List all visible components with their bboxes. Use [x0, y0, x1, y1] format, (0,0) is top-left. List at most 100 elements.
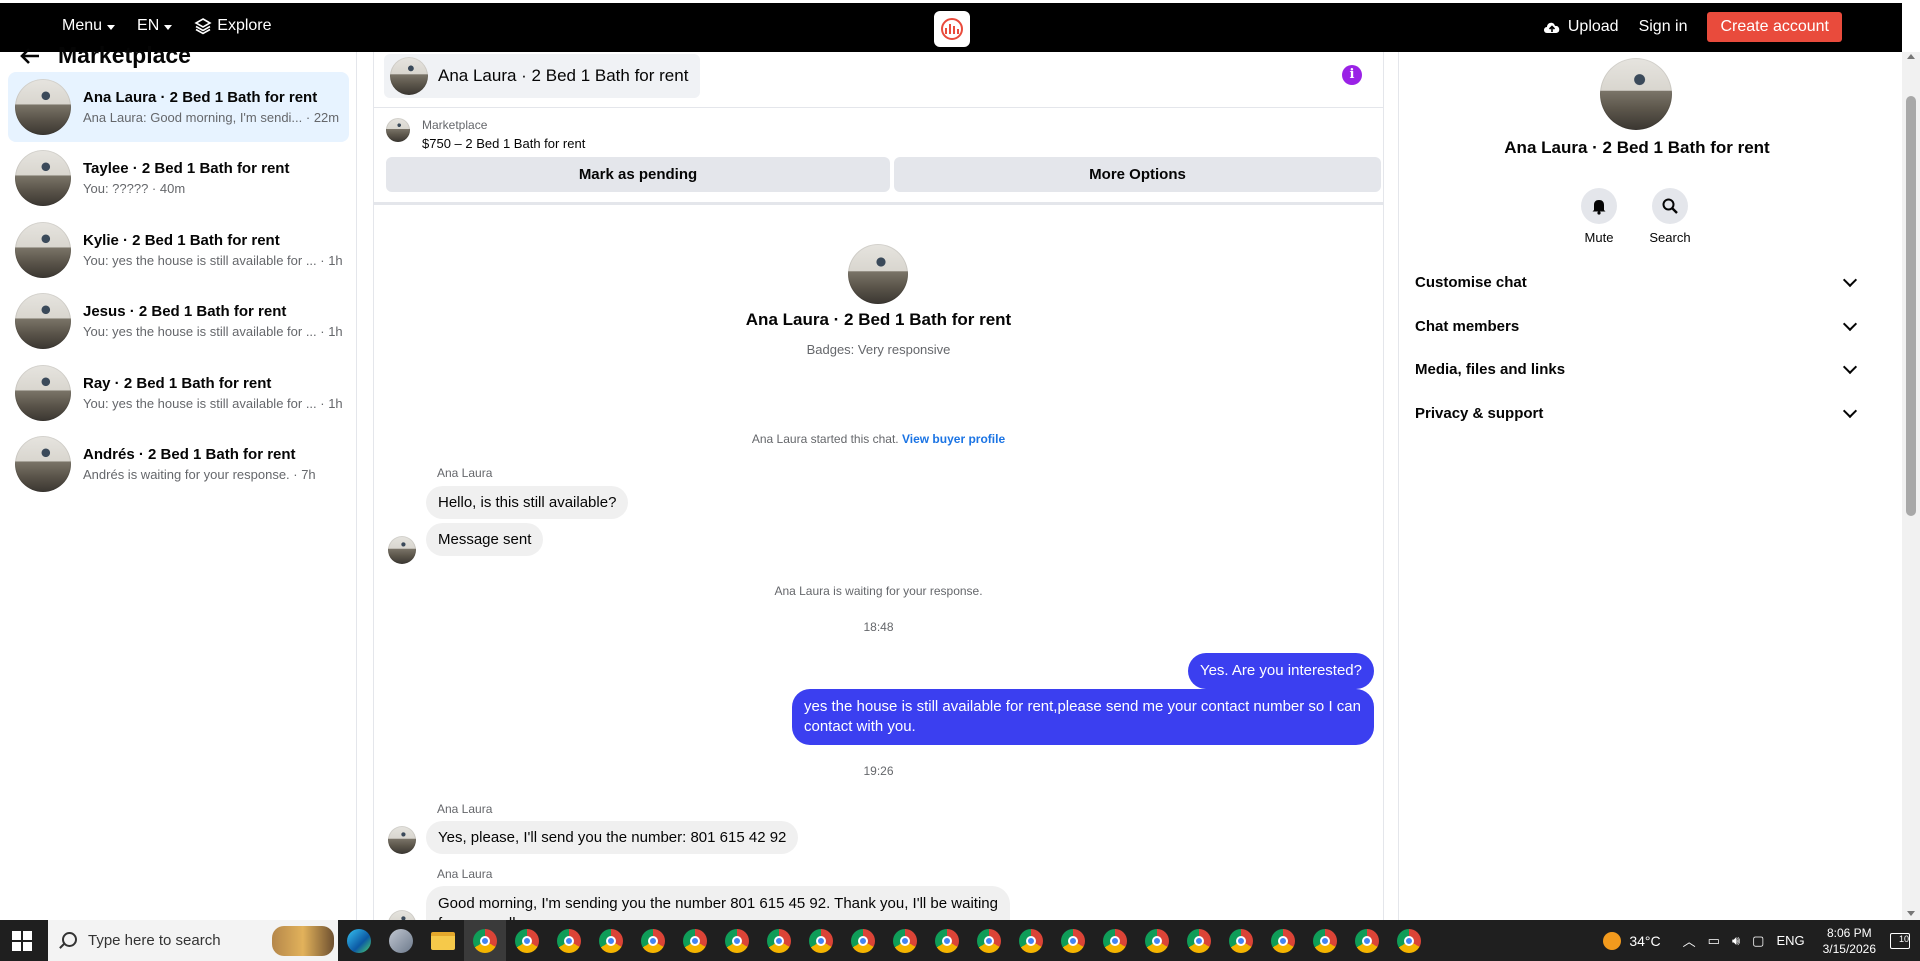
- language-label: EN: [137, 17, 160, 34]
- taskbar-app[interactable]: [926, 920, 968, 961]
- chat-header[interactable]: Ana Laura · 2 Bed 1 Bath for rent: [384, 54, 701, 98]
- windows-start-icon[interactable]: [12, 931, 32, 951]
- menu-dropdown[interactable]: Menu: [62, 17, 116, 35]
- timestamp: 18:48: [863, 620, 894, 634]
- temperature[interactable]: 34°C: [1629, 933, 1660, 949]
- incoming-message: Good morning, I'm sending you the number…: [426, 886, 1010, 920]
- media-files-links-section[interactable]: Media, files and links: [1415, 351, 1859, 387]
- avatar: [390, 57, 428, 95]
- thread-preview: You: yes the house is still available fo…: [83, 324, 343, 339]
- sender-name: Ana Laura: [437, 802, 493, 816]
- thread-item[interactable]: Kylie · 2 Bed 1 Bath for rent You: yes t…: [8, 215, 349, 285]
- taskbar-app[interactable]: [1346, 920, 1388, 961]
- more-options-button[interactable]: More Options: [894, 157, 1381, 192]
- taskbar-app[interactable]: [1262, 920, 1304, 961]
- thread-item[interactable]: Jesus · 2 Bed 1 Bath for rent You: yes t…: [8, 286, 349, 356]
- section-label: Media, files and links: [1415, 360, 1566, 378]
- listing-thumbnail: [386, 118, 410, 142]
- menu-label: Menu: [62, 17, 103, 34]
- chevron-down-icon: [1842, 403, 1858, 419]
- network-icon[interactable]: ▭: [1708, 933, 1720, 949]
- site-logo[interactable]: [934, 11, 970, 47]
- input-language[interactable]: ENG: [1776, 933, 1804, 948]
- info-icon[interactable]: i: [1342, 65, 1362, 85]
- language-dropdown[interactable]: EN: [137, 17, 173, 35]
- chrome-icon: [977, 928, 1001, 953]
- thread-item[interactable]: Ray · 2 Bed 1 Bath for rent You: yes the…: [8, 358, 349, 428]
- taskbar-app[interactable]: [338, 920, 380, 961]
- upload-button[interactable]: Upload: [1542, 18, 1619, 36]
- taskbar-app[interactable]: [716, 920, 758, 961]
- system-tray: 34°C ︿ ▭ 🔊︎ ▢ ENG 8:06 PM 3/15/2026 10: [1603, 920, 1920, 961]
- chevron-up-icon[interactable]: ︿: [1683, 931, 1696, 950]
- sign-in-link[interactable]: Sign in: [1639, 18, 1688, 36]
- chat-members-section[interactable]: Chat members: [1415, 308, 1859, 344]
- waiting-notice: Ana Laura is waiting for your response.: [774, 584, 983, 598]
- chrome-icon: [1355, 928, 1379, 953]
- taskbar-app[interactable]: [968, 920, 1010, 961]
- layers-icon: [194, 18, 212, 35]
- chrome-icon: [1145, 928, 1169, 953]
- chrome-icon: [641, 928, 665, 953]
- thread-item[interactable]: Ana Laura · 2 Bed 1 Bath for rent Ana La…: [8, 72, 349, 142]
- sidebar-title: Marketplace: [58, 42, 191, 68]
- search-icon: [1652, 188, 1688, 224]
- taskbar-app[interactable]: [464, 920, 506, 961]
- search-button[interactable]: Search: [1640, 188, 1700, 245]
- logo-icon: [941, 18, 963, 40]
- taskbar-app[interactable]: [1388, 920, 1430, 961]
- thread-preview: You: yes the house is still available fo…: [83, 253, 343, 268]
- taskbar-app[interactable]: [800, 920, 842, 961]
- taskbar-app[interactable]: [506, 920, 548, 961]
- divider: [374, 202, 1383, 205]
- explore-label: Explore: [217, 17, 272, 34]
- taskbar-app[interactable]: [842, 920, 884, 961]
- timestamp: 19:26: [863, 764, 894, 778]
- customise-chat-section[interactable]: Customise chat: [1415, 264, 1859, 300]
- caret-down-icon: [107, 24, 116, 30]
- privacy-support-section[interactable]: Privacy & support: [1415, 395, 1859, 431]
- scroll-up-icon[interactable]: [1907, 54, 1915, 59]
- taskbar-app[interactable]: [632, 920, 674, 961]
- taskbar-app[interactable]: [1304, 920, 1346, 961]
- volume-icon[interactable]: 🔊︎: [1732, 933, 1740, 949]
- thread-item[interactable]: Taylee · 2 Bed 1 Bath for rent You: ????…: [8, 143, 349, 213]
- weather-icon[interactable]: [1603, 931, 1622, 950]
- mute-button[interactable]: Mute: [1569, 188, 1629, 245]
- create-account-button[interactable]: Create account: [1707, 12, 1842, 42]
- taskbar-app[interactable]: [1136, 920, 1178, 961]
- taskbar-app[interactable]: [758, 920, 800, 961]
- taskbar-app[interactable]: [1220, 920, 1262, 961]
- taskbar-app[interactable]: [1052, 920, 1094, 961]
- taskbar-app[interactable]: [590, 920, 632, 961]
- incoming-message: Message sent: [426, 523, 544, 556]
- section-label: Customise chat: [1415, 273, 1527, 291]
- taskbar-app[interactable]: [1010, 920, 1052, 961]
- taskbar-app[interactable]: [422, 920, 464, 961]
- taskbar-app[interactable]: [548, 920, 590, 961]
- incoming-message: Yes, please, I'll send you the number: 8…: [426, 821, 799, 854]
- notification-icon[interactable]: 10: [1890, 932, 1910, 949]
- taskbar-app[interactable]: [380, 920, 422, 961]
- scroll-down-icon[interactable]: [1907, 911, 1915, 916]
- taskbar-search[interactable]: Type here to search: [48, 920, 338, 961]
- explore-link[interactable]: Explore: [194, 17, 272, 35]
- chrome-icon: [851, 928, 875, 953]
- back-arrow-icon[interactable]: [20, 47, 40, 65]
- page-scrollbar[interactable]: [1902, 52, 1920, 920]
- display-icon[interactable]: ▢: [1752, 933, 1764, 949]
- scroll-thumb[interactable]: [1906, 96, 1916, 516]
- thread-item[interactable]: Andrés · 2 Bed 1 Bath for rent Andrés is…: [8, 429, 349, 499]
- mark-pending-button[interactable]: Mark as pending: [386, 157, 890, 192]
- search-icon: [62, 932, 77, 947]
- chrome-icon: [1019, 928, 1043, 953]
- thread-preview: You: ????? · 40m: [83, 181, 186, 196]
- taskbar-app[interactable]: [1178, 920, 1220, 961]
- chrome-icon: [515, 928, 539, 953]
- clock[interactable]: 8:06 PM 3/15/2026: [1823, 925, 1876, 957]
- taskbar-app[interactable]: [1094, 920, 1136, 961]
- taskbar-app[interactable]: [884, 920, 926, 961]
- view-buyer-profile-link[interactable]: View buyer profile: [902, 432, 1005, 446]
- chrome-icon: [599, 928, 623, 953]
- taskbar-app[interactable]: [674, 920, 716, 961]
